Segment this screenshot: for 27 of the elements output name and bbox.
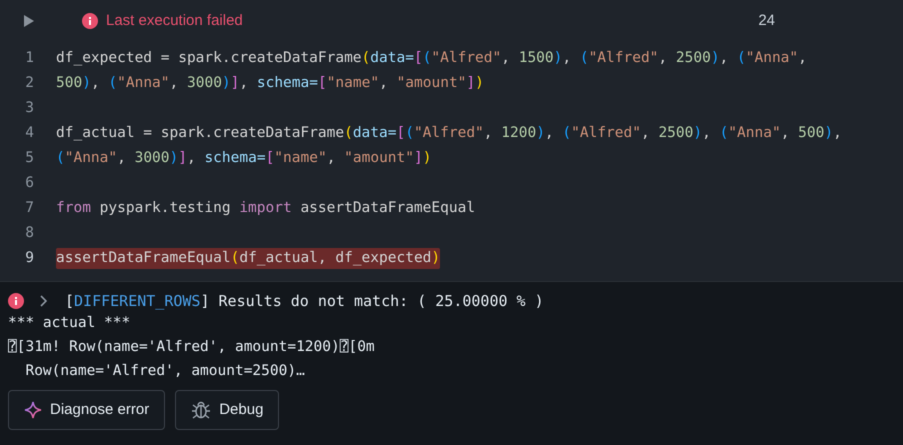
output-line: *** actual *** [8, 314, 130, 334]
line-number: 8 [24, 224, 35, 243]
code-line: df_actual = spark.createDataFrame(data=[("Alfred", 1200), ("Alfred", 2500), ("Anna", 500), [56, 124, 842, 143]
line-number: 5 [24, 148, 35, 168]
bug-icon [191, 400, 212, 420]
code-line: 500), ("Anna", 3000)], schema=["name", "amount"]) [56, 74, 484, 93]
line-number: 2 [24, 74, 35, 93]
execution-count: 24 [758, 10, 775, 31]
line-number: 4 [24, 124, 35, 143]
output-line: Row(name='Alfred', amount=2500)… [24, 362, 305, 382]
line-number: 7 [24, 198, 35, 218]
code-line: ("Anna", 3000)], schema=["name", "amount"]) [56, 148, 432, 168]
expand-chevron-icon[interactable] [39, 295, 47, 307]
line-number: 1 [24, 48, 35, 68]
run-icon[interactable] [24, 15, 34, 27]
line-number: 6 [24, 174, 35, 193]
error-message: [DIFFERENT_ROWS] Results do not match: ( 25.00000 % ) [65, 290, 544, 312]
code-line: from pyspark.testing import assertDataFrameEqual [56, 198, 476, 218]
code-line: df_expected = spark.createDataFrame(data=[("Alfred", 1500), ("Alfred", 2500), ("Anna", [56, 48, 807, 68]
output-line: ⍰[31m! Row(name='Alfred', amount=1200)⍰[0m [8, 338, 375, 358]
diagnose-button[interactable]: Diagnose error [8, 390, 166, 430]
status-text: Last execution failed [106, 10, 243, 31]
line-number: 3 [24, 98, 35, 118]
debug-button[interactable]: Debug [175, 390, 280, 430]
error-icon [8, 293, 24, 309]
sparkle-icon [24, 401, 42, 419]
line-number: 9 [24, 248, 35, 268]
